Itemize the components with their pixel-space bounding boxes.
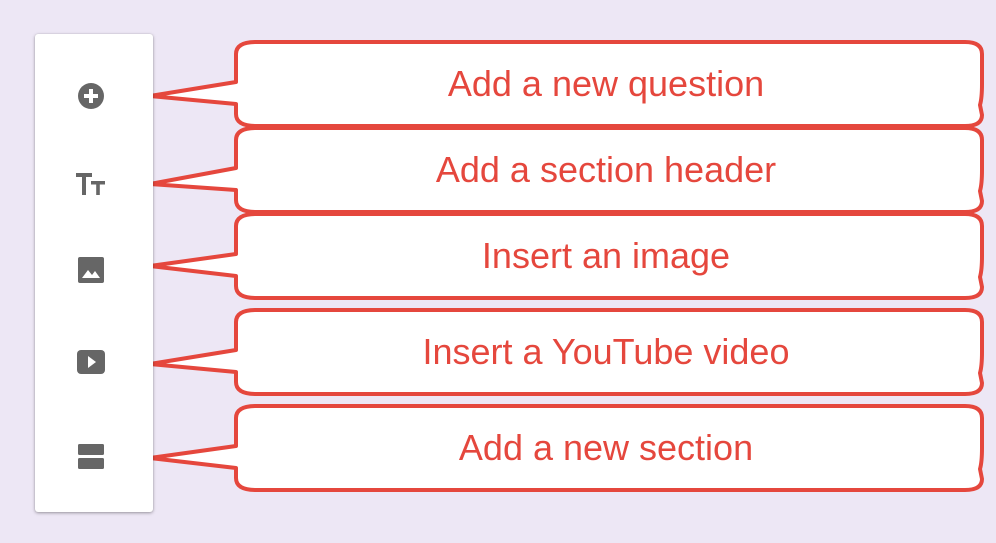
add-title-button[interactable]: [63, 156, 119, 212]
callout-label-section-header: Add a section header: [435, 149, 777, 190]
add-question-button[interactable]: [63, 68, 119, 124]
callout-label-insert-image: Insert an image: [481, 235, 731, 276]
form-side-toolbar: [35, 34, 153, 512]
title-text-icon: [76, 173, 105, 195]
image-icon: [78, 257, 104, 283]
callout-label-add-question: Add a new question: [447, 63, 765, 104]
callout-label-insert-video: Insert a YouTube video: [422, 331, 790, 372]
add-video-button[interactable]: [63, 334, 119, 390]
add-image-button[interactable]: [63, 242, 119, 298]
section-icon: [78, 444, 104, 469]
callout-label-add-section: Add a new section: [458, 427, 754, 468]
add-section-button[interactable]: [63, 428, 119, 484]
add-circle-icon: [78, 83, 104, 109]
video-play-icon: [77, 350, 105, 374]
